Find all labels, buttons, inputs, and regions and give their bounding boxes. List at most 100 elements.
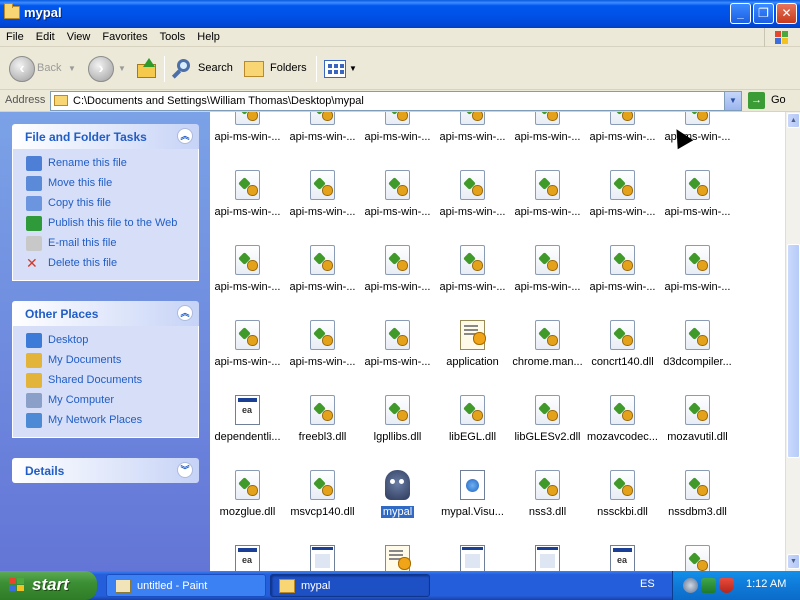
file-item[interactable]: api-ms-win-... bbox=[660, 225, 735, 300]
file-item[interactable]: lgpllibs.dll bbox=[360, 375, 435, 450]
task-link[interactable]: My Computer bbox=[13, 391, 198, 411]
up-folder-icon[interactable] bbox=[136, 58, 158, 80]
task-link[interactable]: E-mail this file bbox=[13, 234, 198, 254]
views-icon[interactable] bbox=[324, 60, 346, 78]
file-item[interactable]: nssdbm3.dll bbox=[660, 450, 735, 525]
file-item[interactable]: api-ms-win-... bbox=[660, 150, 735, 225]
go-button-label[interactable]: Go bbox=[771, 94, 786, 106]
expand-chevron-icon[interactable]: ︾ bbox=[177, 462, 193, 478]
views-dropdown-icon[interactable]: ▼ bbox=[349, 64, 357, 73]
file-item[interactable]: mozavutil.dll bbox=[660, 375, 735, 450]
forward-dropdown-icon[interactable]: ▼ bbox=[118, 64, 126, 73]
file-item[interactable]: api-ms-win-... bbox=[210, 225, 285, 300]
menu-edit[interactable]: Edit bbox=[30, 28, 61, 43]
security-tray-icon[interactable] bbox=[701, 578, 716, 593]
address-dropdown-icon[interactable]: ▼ bbox=[724, 92, 741, 110]
task-link[interactable]: Shared Documents bbox=[13, 371, 198, 391]
file-item[interactable] bbox=[435, 525, 510, 571]
task-link[interactable]: Copy this file bbox=[13, 194, 198, 214]
panel-header[interactable]: Details ︾ bbox=[12, 458, 199, 483]
taskbar-button-mypal[interactable]: mypal bbox=[270, 574, 430, 597]
task-link[interactable]: Desktop bbox=[13, 331, 198, 351]
file-item[interactable]: concrt140.dll bbox=[585, 300, 660, 375]
address-field[interactable]: C:\Documents and Settings\William Thomas… bbox=[50, 91, 742, 111]
file-item[interactable]: api-ms-win-... bbox=[285, 150, 360, 225]
file-item[interactable]: api-ms-win-... bbox=[585, 112, 660, 150]
file-item[interactable]: mypal.Visu... bbox=[435, 450, 510, 525]
back-button-label[interactable]: Back bbox=[37, 62, 61, 74]
file-list-view[interactable]: api-ms-win-... api-ms-win-... api-ms-win-.… bbox=[210, 112, 785, 571]
file-item[interactable] bbox=[360, 525, 435, 571]
minimize-button[interactable]: _ bbox=[730, 3, 751, 24]
menu-help[interactable]: Help bbox=[191, 28, 226, 43]
forward-arrow-icon[interactable]: › bbox=[88, 56, 114, 82]
file-item[interactable]: api-ms-win-... bbox=[510, 112, 585, 150]
menu-tools[interactable]: Tools bbox=[154, 28, 192, 43]
file-item[interactable]: api-ms-win-... bbox=[285, 112, 360, 150]
back-arrow-icon[interactable]: ‹ bbox=[9, 56, 35, 82]
clock[interactable]: 1:12 AM bbox=[746, 578, 786, 590]
file-item[interactable] bbox=[660, 525, 735, 571]
file-item[interactable]: mozavcodec... bbox=[585, 375, 660, 450]
task-link[interactable]: My Documents bbox=[13, 351, 198, 371]
panel-header[interactable]: Other Places ︽ bbox=[12, 301, 199, 326]
file-item[interactable]: api-ms-win-... bbox=[435, 112, 510, 150]
language-indicator[interactable]: ES bbox=[640, 578, 655, 590]
file-item[interactable] bbox=[285, 525, 360, 571]
file-item[interactable]: api-ms-win-... bbox=[585, 225, 660, 300]
file-item[interactable]: api-ms-win-... bbox=[360, 300, 435, 375]
close-button[interactable]: ✕ bbox=[776, 3, 797, 24]
menu-favorites[interactable]: Favorites bbox=[96, 28, 153, 43]
task-link[interactable]: ✕ Delete this file bbox=[13, 254, 198, 274]
go-arrow-icon[interactable]: → bbox=[748, 92, 765, 109]
address-value[interactable]: C:\Documents and Settings\William Thomas… bbox=[73, 95, 364, 107]
panel-header[interactable]: File and Folder Tasks ︽ bbox=[12, 124, 199, 149]
file-item[interactable]: mozglue.dll bbox=[210, 450, 285, 525]
taskbar-button-paint[interactable]: untitled - Paint bbox=[106, 574, 266, 597]
file-item[interactable]: libEGL.dll bbox=[435, 375, 510, 450]
file-item[interactable]: api-ms-win-... bbox=[435, 150, 510, 225]
file-item[interactable]: api-ms-win-... bbox=[360, 225, 435, 300]
task-link[interactable]: Move this file bbox=[13, 174, 198, 194]
title-bar[interactable]: mypal _ ❐ ✕ bbox=[0, 0, 800, 28]
back-dropdown-icon[interactable]: ▼ bbox=[68, 64, 76, 73]
task-link[interactable]: My Network Places bbox=[13, 411, 198, 431]
file-item[interactable]: dependentli... bbox=[210, 375, 285, 450]
file-item[interactable]: api-ms-win-... bbox=[585, 150, 660, 225]
file-item[interactable]: libGLESv2.dll bbox=[510, 375, 585, 450]
file-item[interactable]: api-ms-win-... bbox=[360, 112, 435, 150]
file-item[interactable]: nss3.dll bbox=[510, 450, 585, 525]
file-item[interactable] bbox=[510, 525, 585, 571]
menu-view[interactable]: View bbox=[61, 28, 97, 43]
file-item[interactable] bbox=[210, 525, 285, 571]
collapse-chevron-icon[interactable]: ︽ bbox=[177, 128, 193, 144]
search-button-label[interactable]: Search bbox=[198, 62, 233, 74]
file-item[interactable] bbox=[585, 525, 660, 571]
file-item[interactable]: api-ms-win-... bbox=[285, 300, 360, 375]
scrollbar-thumb[interactable] bbox=[787, 244, 800, 458]
scroll-up-arrow-icon[interactable]: ▲ bbox=[787, 113, 800, 128]
menu-file[interactable]: File bbox=[0, 28, 30, 43]
folders-icon[interactable] bbox=[244, 61, 264, 77]
file-item[interactable]: mypal bbox=[360, 450, 435, 525]
file-item[interactable]: api-ms-win-... bbox=[360, 150, 435, 225]
task-link[interactable]: Publish this file to the Web bbox=[13, 214, 198, 234]
file-item[interactable]: freebl3.dll bbox=[285, 375, 360, 450]
file-item[interactable]: api-ms-win-... bbox=[210, 112, 285, 150]
file-item[interactable]: api-ms-win-... bbox=[285, 225, 360, 300]
search-icon[interactable] bbox=[171, 58, 193, 80]
start-button[interactable]: start bbox=[0, 571, 97, 600]
file-item[interactable]: msvcp140.dll bbox=[285, 450, 360, 525]
file-item[interactable]: api-ms-win-... bbox=[435, 225, 510, 300]
network-tray-icon[interactable] bbox=[683, 578, 698, 593]
vertical-scrollbar[interactable]: ▲ ▼ bbox=[785, 112, 800, 571]
collapse-chevron-icon[interactable]: ︽ bbox=[177, 305, 193, 321]
file-item[interactable]: chrome.man... bbox=[510, 300, 585, 375]
folders-button-label[interactable]: Folders bbox=[270, 62, 307, 74]
task-link[interactable]: Rename this file bbox=[13, 154, 198, 174]
file-item[interactable]: application bbox=[435, 300, 510, 375]
scroll-down-arrow-icon[interactable]: ▼ bbox=[787, 554, 800, 569]
shield-tray-icon[interactable] bbox=[719, 578, 734, 593]
file-item[interactable]: nssckbi.dll bbox=[585, 450, 660, 525]
file-item[interactable]: api-ms-win-... bbox=[210, 300, 285, 375]
